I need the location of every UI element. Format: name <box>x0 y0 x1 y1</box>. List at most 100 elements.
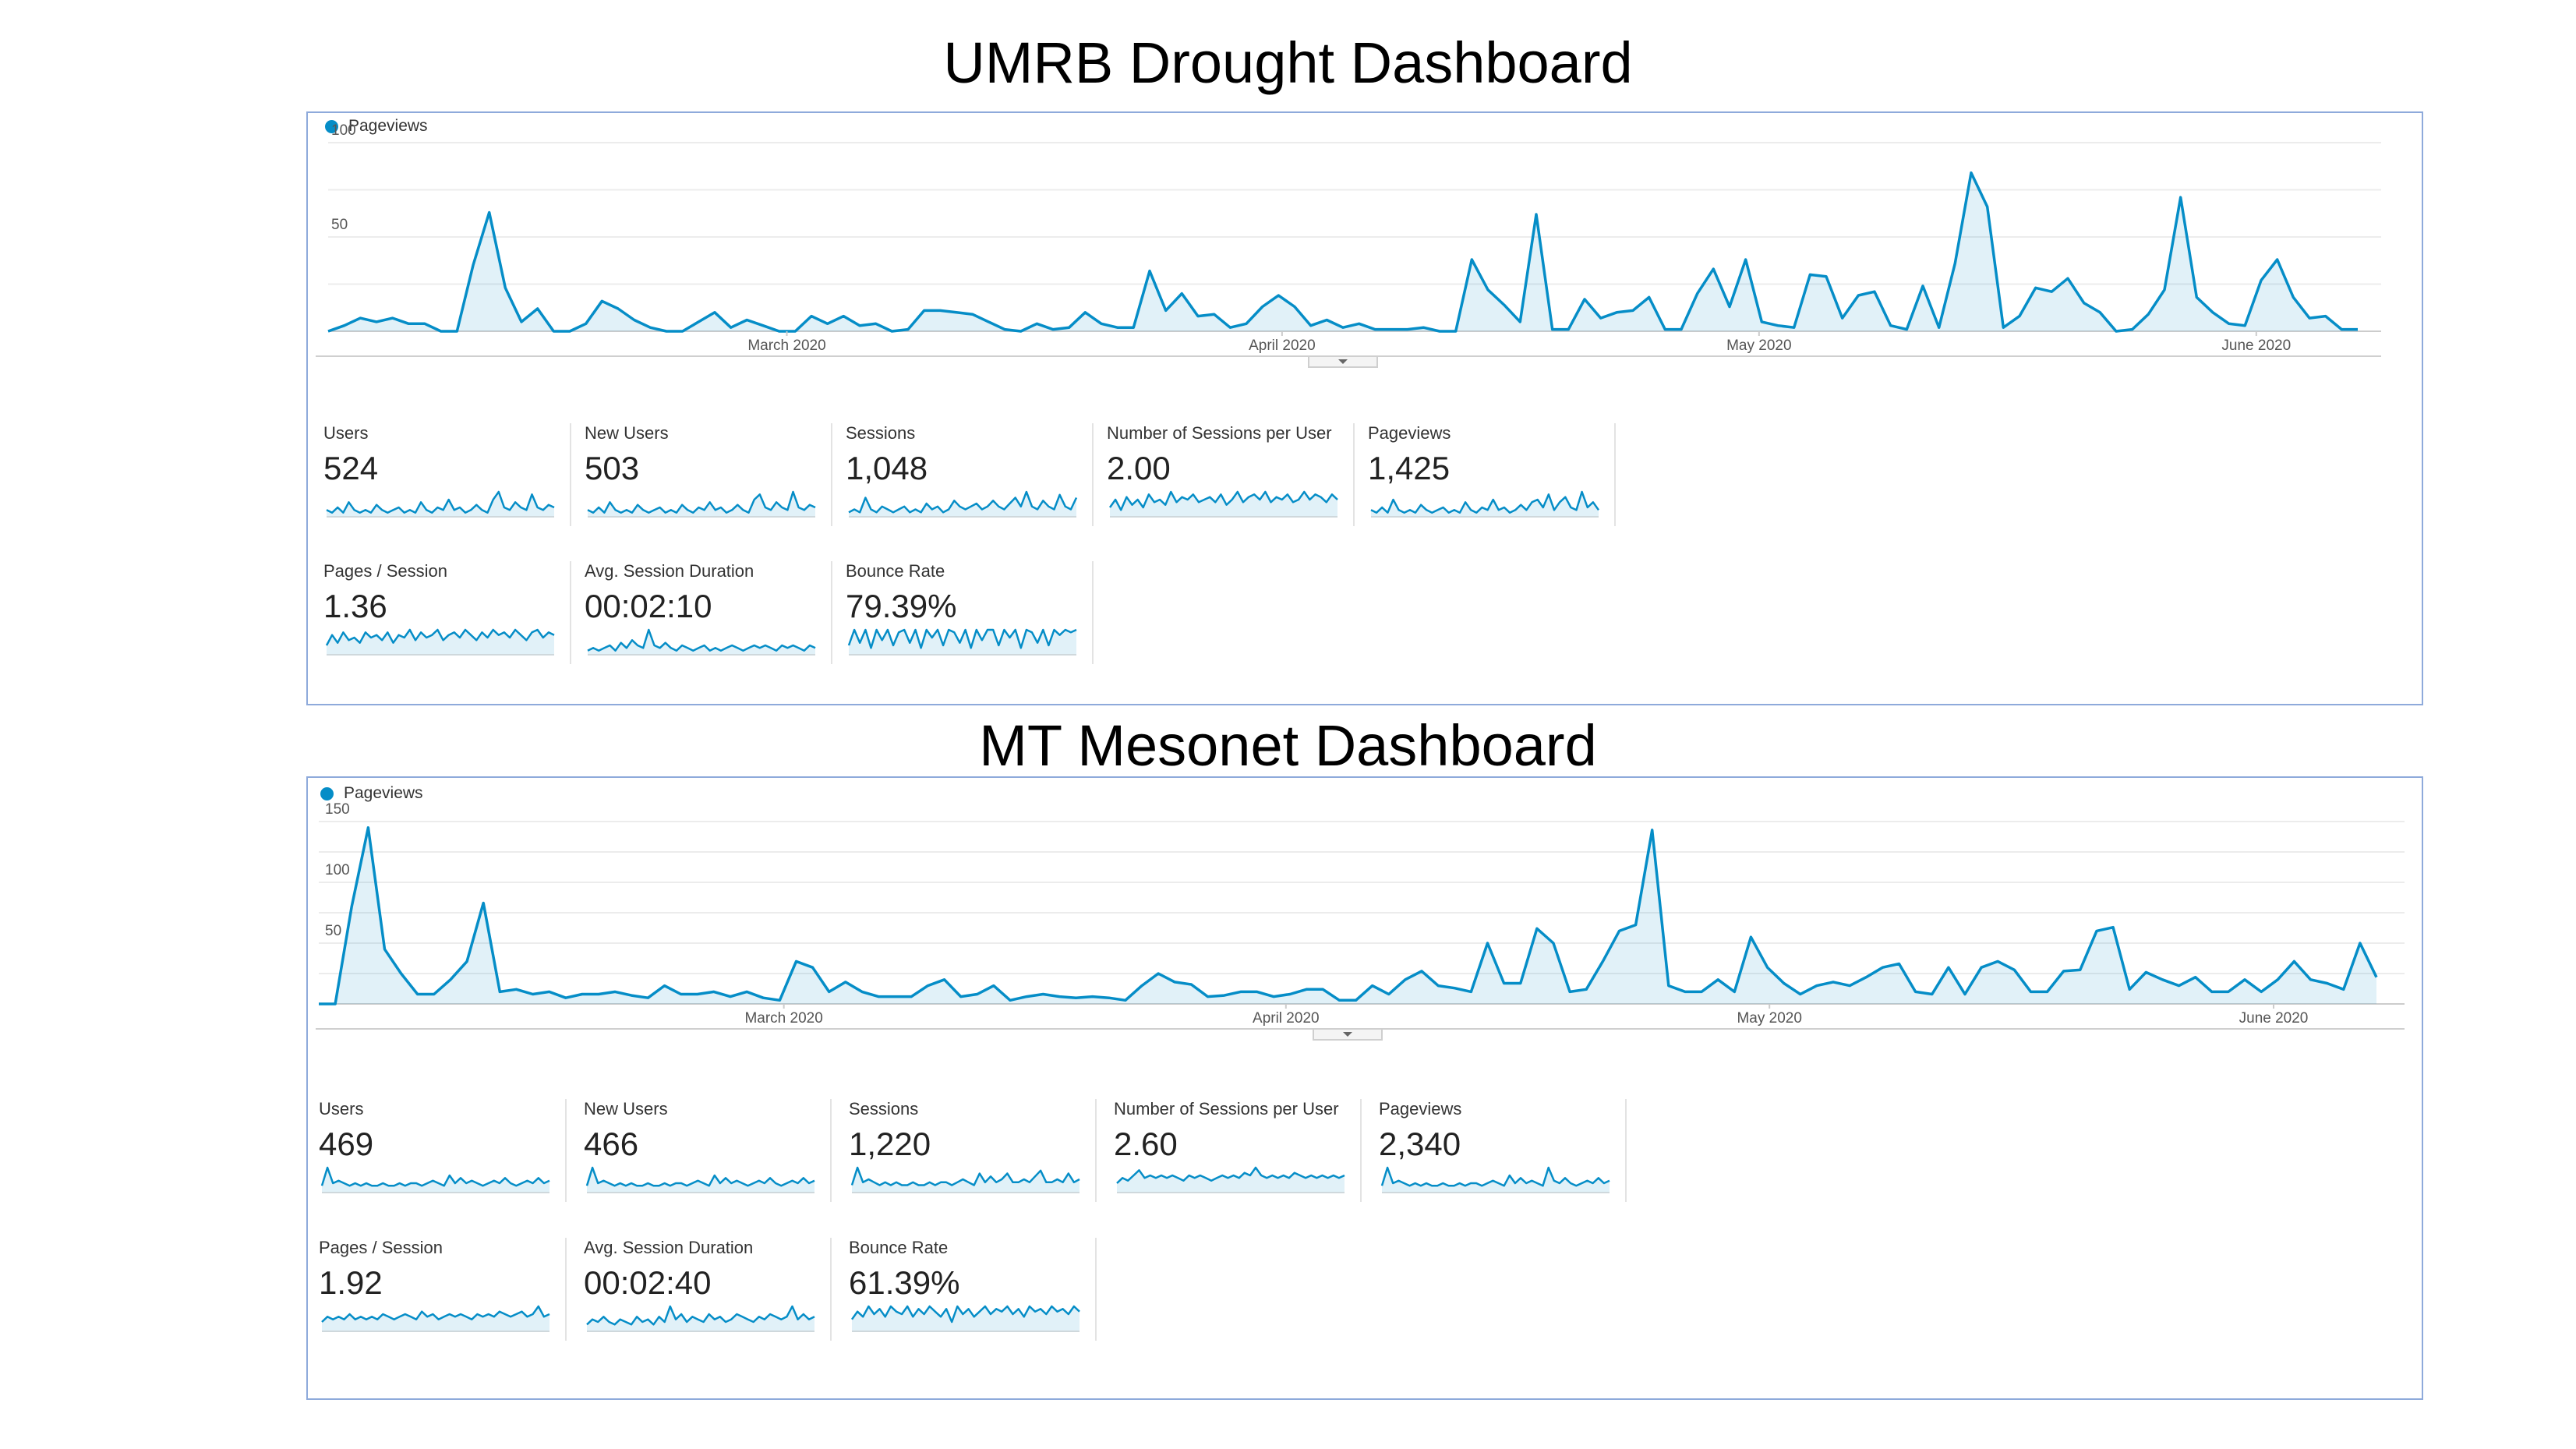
metric-label: Users <box>323 423 369 443</box>
sparkline-area <box>1382 1168 1610 1193</box>
metric-card[interactable]: New Users 503 <box>585 423 832 526</box>
metric-card[interactable]: Bounce Rate 79.39% <box>846 561 1094 664</box>
metric-card[interactable]: Users 469 <box>319 1099 567 1202</box>
metric-value: 503 <box>585 450 640 486</box>
metric-divider <box>570 561 571 664</box>
metric-label: Pages / Session <box>319 1238 443 1257</box>
metric-divider <box>1614 423 1616 526</box>
pageviews-area <box>328 172 2358 331</box>
sparkline <box>1116 1166 1345 1193</box>
metric-value: 1,425 <box>1368 450 1451 486</box>
metric-value: 00:02:40 <box>584 1264 712 1301</box>
metric-card[interactable]: New Users 466 <box>584 1099 832 1202</box>
sparkline-area <box>322 1168 549 1193</box>
metric-card[interactable]: Pages / Session 1.36 <box>323 561 571 664</box>
metric-card[interactable]: Pageviews 2,340 <box>1379 1099 1627 1202</box>
y-tick-label: 100 <box>331 122 356 139</box>
metric-card[interactable]: Sessions 1,220 <box>849 1099 1097 1202</box>
sparkline-area <box>587 1168 814 1193</box>
sparkline <box>1370 490 1600 518</box>
sparkline <box>587 490 816 518</box>
dashboard-title: MT Mesonet Dashboard <box>979 713 1597 778</box>
y-tick-label: 50 <box>325 923 341 939</box>
metric-divider <box>1353 423 1355 526</box>
pageviews-area <box>319 827 2376 1004</box>
sparkline <box>321 1305 550 1332</box>
metric-divider <box>1092 423 1094 526</box>
metric-divider <box>1360 1099 1362 1202</box>
metric-divider <box>565 1099 567 1202</box>
metric-value: 469 <box>319 1126 374 1162</box>
sparkline <box>325 628 555 656</box>
metric-divider <box>831 561 832 664</box>
metric-card[interactable]: Avg. Session Duration 00:02:10 <box>585 561 832 664</box>
metric-value: 524 <box>323 450 379 486</box>
metric-card[interactable]: Bounce Rate 61.39% <box>849 1238 1097 1341</box>
dashboard-panel-mesonet: Pageviews 150 100 50 March 2020 April 2020 May… <box>306 776 2423 1400</box>
metric-value: 1.36 <box>323 588 387 624</box>
metric-divider <box>1092 561 1094 664</box>
metric-card[interactable]: Users 524 <box>323 423 571 526</box>
y-tick-label: 100 <box>325 862 350 878</box>
sparkline-area <box>1117 1168 1345 1193</box>
metric-divider <box>1625 1099 1627 1202</box>
metric-value: 2.60 <box>1114 1126 1178 1162</box>
x-tick-label: June 2020 <box>2239 1010 2309 1027</box>
metric-value: 466 <box>584 1126 639 1162</box>
metric-card[interactable]: Number of Sessions per User 2.00 <box>1107 423 1355 526</box>
metric-card[interactable]: Pageviews 1,425 <box>1368 423 1616 526</box>
metric-value: 1,220 <box>849 1126 931 1162</box>
sparkline <box>848 490 1078 518</box>
pageviews-chart[interactable]: 100 50 March 2020 April 2020 May 2020 June 20… <box>308 113 2422 378</box>
x-tick-label: June 2020 <box>2221 338 2291 354</box>
metric-card[interactable]: Pages / Session 1.92 <box>319 1238 567 1341</box>
sparkline <box>587 628 816 656</box>
metric-label: Pages / Session <box>323 561 447 581</box>
metric-label: Pageviews <box>1379 1099 1462 1119</box>
metric-divider <box>831 423 832 526</box>
sparkline <box>320 1166 550 1193</box>
metric-value: 2.00 <box>1107 450 1171 486</box>
sparkline <box>586 1305 815 1332</box>
metric-label: Bounce Rate <box>846 561 945 581</box>
metric-label: Avg. Session Duration <box>585 561 754 581</box>
sparkline-area <box>852 1306 1080 1331</box>
x-tick-label: March 2020 <box>747 338 825 354</box>
metric-value: 2,340 <box>1379 1126 1461 1162</box>
metric-label: New Users <box>584 1099 668 1119</box>
metric-label: Sessions <box>846 423 916 443</box>
x-tick-label: May 2020 <box>1737 1010 1801 1027</box>
metric-divider <box>570 423 571 526</box>
x-tick-label: April 2020 <box>1253 1010 1320 1027</box>
sparkline <box>850 1166 1080 1193</box>
y-tick-label: 150 <box>325 801 350 818</box>
metric-value: 00:02:10 <box>585 588 712 624</box>
sparkline <box>326 490 555 518</box>
sparkline <box>585 1166 815 1193</box>
metric-divider <box>830 1238 832 1341</box>
dashboard-panel-umrb: Pageviews 100 50 March 2020 April 2020 May 20… <box>306 111 2423 705</box>
metric-value: 79.39% <box>846 588 957 624</box>
pageviews-chart[interactable]: 150 100 50 March 2020 April 2020 May 2020 June… <box>308 778 2422 1043</box>
metric-divider <box>1095 1099 1097 1202</box>
x-tick-label: March 2020 <box>744 1010 822 1027</box>
x-tick-label: April 2020 <box>1249 338 1316 354</box>
metric-value: 1,048 <box>846 450 928 486</box>
metric-value: 61.39% <box>849 1264 960 1301</box>
metric-value: 1.92 <box>319 1264 383 1301</box>
sparkline-area <box>849 492 1076 517</box>
metric-label: Bounce Rate <box>849 1238 949 1257</box>
metric-divider <box>830 1099 832 1202</box>
metric-card[interactable]: Avg. Session Duration 00:02:40 <box>584 1238 832 1341</box>
metric-card[interactable]: Sessions 1,048 <box>846 423 1094 526</box>
x-tick-label: May 2020 <box>1726 338 1791 354</box>
metric-divider <box>565 1238 567 1341</box>
metric-label: Users <box>319 1099 364 1119</box>
metric-label: Number of Sessions per User <box>1107 423 1332 443</box>
metric-label: Number of Sessions per User <box>1114 1099 1339 1119</box>
metric-label: Sessions <box>849 1099 919 1119</box>
metric-card[interactable]: Number of Sessions per User 2.60 <box>1114 1099 1362 1202</box>
metric-label: New Users <box>585 423 669 443</box>
metric-label: Pageviews <box>1368 423 1451 443</box>
sparkline <box>850 1305 1080 1332</box>
